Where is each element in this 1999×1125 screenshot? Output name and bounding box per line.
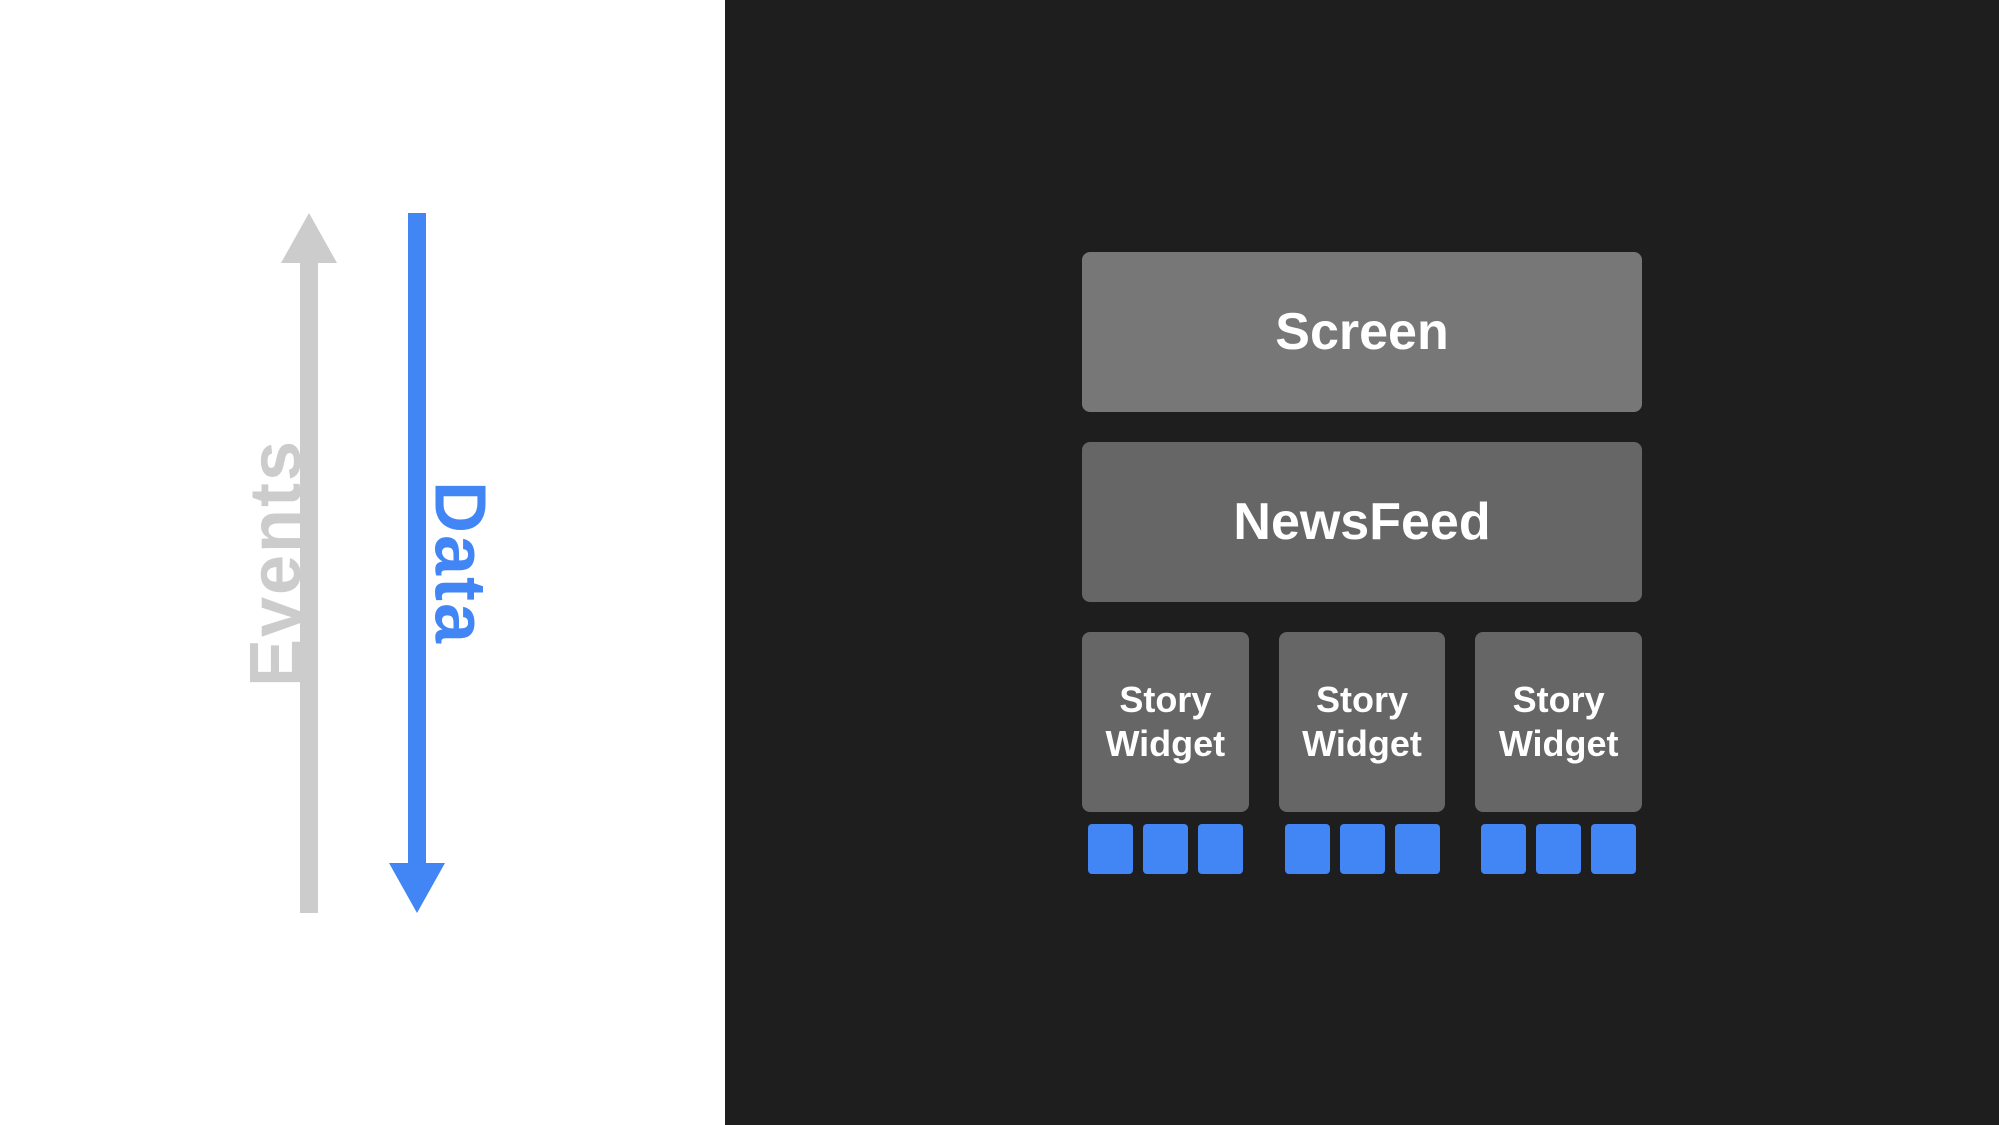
story-dots-row-3 (1475, 824, 1642, 874)
arrows-container: Events Data (295, 213, 431, 913)
story-dot-3-3 (1591, 824, 1636, 874)
arrow-up-shaft (300, 263, 318, 913)
story-widget-col-1: StoryWidget (1082, 632, 1249, 874)
arrow-up-head (281, 213, 337, 263)
story-dot-2-1 (1285, 824, 1330, 874)
story-widget-box-3: StoryWidget (1475, 632, 1642, 812)
story-dot-2-3 (1395, 824, 1440, 874)
events-arrow-wrapper: Events (295, 213, 323, 913)
story-dot-3-2 (1536, 824, 1581, 874)
newsfeed-box: NewsFeed (1082, 442, 1642, 602)
story-widget-box-2: StoryWidget (1279, 632, 1446, 812)
story-dot-1-2 (1143, 824, 1188, 874)
story-dot-2-2 (1340, 824, 1385, 874)
right-panel: Screen NewsFeed StoryWidget (725, 0, 1999, 1125)
events-arrow (295, 213, 323, 913)
story-widget-col-3: StoryWidget (1475, 632, 1642, 874)
story-dot-1-1 (1088, 824, 1133, 874)
left-panel: Events Data (0, 0, 725, 1125)
story-widget-label-2: StoryWidget (1302, 678, 1422, 764)
screen-label: Screen (1275, 302, 1448, 362)
screen-box: Screen (1082, 252, 1642, 412)
story-widget-label-3: StoryWidget (1499, 678, 1619, 764)
story-widget-col-2: StoryWidget (1279, 632, 1446, 874)
story-widgets-row: StoryWidget StoryWidget (1082, 632, 1642, 874)
story-dots-row-2 (1279, 824, 1446, 874)
data-label: Data (419, 480, 501, 644)
newsfeed-label: NewsFeed (1233, 492, 1490, 552)
right-content: Screen NewsFeed StoryWidget (1082, 252, 1642, 874)
story-dots-row-1 (1082, 824, 1249, 874)
story-dot-3-1 (1481, 824, 1526, 874)
data-arrow-wrapper: Data (403, 213, 431, 913)
story-widget-label-1: StoryWidget (1106, 678, 1226, 764)
arrow-down-head (389, 863, 445, 913)
story-widget-box-1: StoryWidget (1082, 632, 1249, 812)
story-dot-1-3 (1198, 824, 1243, 874)
